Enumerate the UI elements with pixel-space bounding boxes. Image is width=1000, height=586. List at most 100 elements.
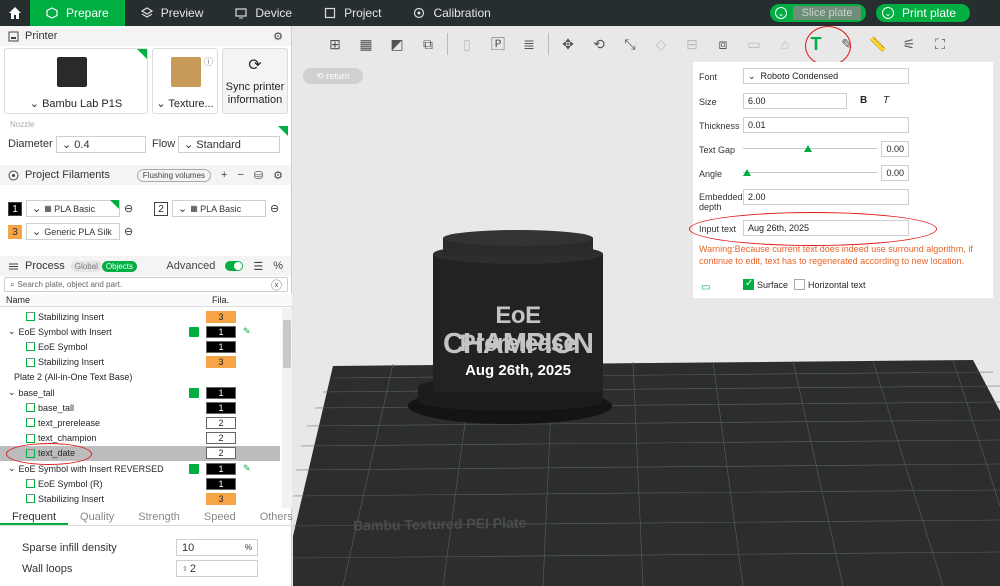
more-icon[interactable]: ⊖ (270, 202, 279, 215)
filament-select-1[interactable]: ⌄ ▦ PLA Basic (26, 200, 120, 217)
chevron-down-icon[interactable]: ⌄ (775, 7, 787, 19)
flow-select[interactable]: ⌄ Standard (178, 136, 280, 153)
filament-number[interactable]: 1 (206, 477, 236, 490)
add-plate-icon[interactable]: ▦ (354, 32, 378, 56)
plate-card[interactable]: ⓘ ⌄ Texture... (152, 48, 218, 114)
angle-slider-thumb[interactable] (743, 169, 751, 176)
tree-row[interactable]: Plate 2 (All-in-One Text Base) (0, 370, 280, 385)
rotate-icon[interactable]: ⟲ (587, 32, 611, 56)
flushing-volumes-button[interactable]: Flushing volumes (136, 168, 212, 182)
return-button[interactable]: ⟲ return (303, 68, 363, 84)
tab-project[interactable]: Project (308, 0, 397, 26)
move-icon[interactable]: ✥ (556, 32, 580, 56)
bold-button[interactable]: B (860, 95, 867, 106)
tree-row[interactable]: EoE Symbol 1 (0, 339, 280, 354)
tab-preview[interactable]: Preview (125, 0, 220, 26)
percent-icon[interactable]: % (273, 260, 283, 272)
filament-number[interactable]: 3 (206, 310, 236, 323)
auto-orient-icon[interactable]: ◩ (385, 32, 409, 56)
slice-plate-button[interactable]: ⌄ Slice plate (770, 4, 866, 22)
angle-input[interactable]: 0.00 (881, 165, 909, 181)
split-parts-icon[interactable]: 🄿 (486, 32, 510, 56)
scale-icon[interactable]: ⤡ (618, 32, 642, 56)
process-objects-toggle[interactable]: Objects (101, 260, 137, 272)
visibility-checkbox[interactable] (189, 387, 199, 398)
object-search-input[interactable]: ⌕ Search plate, object and part. ⓧ (4, 277, 288, 292)
tab-quality[interactable]: Quality (68, 508, 126, 525)
add-icon[interactable]: + (221, 169, 227, 181)
minus-icon[interactable]: − (237, 169, 243, 181)
measure-icon[interactable]: 📏 (866, 32, 890, 56)
more-icon[interactable]: ⊖ (124, 202, 133, 215)
split-objects-icon[interactable]: ▯ (455, 32, 479, 56)
printer-name[interactable]: ⌄ Bambu Lab P1S (5, 97, 147, 110)
embedded-depth-input[interactable]: 2.00 (743, 189, 909, 205)
brim-ears-icon[interactable]: ⛶ (928, 32, 952, 56)
size-input[interactable]: 6.00 (743, 93, 847, 109)
filament-select-3[interactable]: ⌄ Generic PLA Silk (26, 223, 120, 240)
wall-loops-stepper[interactable]: ⇕ 2 (176, 560, 258, 577)
tree-row[interactable]: EoE Symbol (R) 1 (0, 476, 280, 491)
chevron-down-icon[interactable]: ⌄ (8, 463, 16, 474)
tree-scrollbar[interactable] (282, 308, 292, 508)
chevron-down-icon[interactable]: ⌄ (882, 7, 894, 19)
horizontal-text-checkbox[interactable] (794, 279, 805, 290)
filament-number[interactable]: 2 (206, 447, 236, 460)
assembly-icon[interactable]: ⚟ (897, 32, 921, 56)
stepper-icon[interactable]: ⇕ (182, 565, 190, 573)
filament-number[interactable]: 2 (206, 416, 236, 429)
info-icon[interactable]: ⓘ (204, 55, 213, 68)
filament-swatch-1[interactable]: 1 (8, 202, 22, 216)
filament-number[interactable]: 3 (206, 356, 236, 369)
paint-icon[interactable]: ✎ (243, 463, 251, 474)
gear-icon[interactable]: ⚙ (273, 30, 283, 43)
tab-strength[interactable]: Strength (126, 508, 192, 525)
tab-device[interactable]: Device (219, 0, 308, 26)
tab-calibration[interactable]: Calibration (397, 0, 506, 26)
tree-row[interactable]: base_tall 1 (0, 400, 280, 415)
seam-paint-icon[interactable]: ⌂ (773, 32, 797, 56)
font-select[interactable]: ⌄ Roboto Condensed (743, 68, 909, 84)
scrollbar-thumb[interactable] (283, 320, 291, 368)
filament-number[interactable]: 1 (206, 386, 236, 399)
tab-prepare[interactable]: Prepare (30, 0, 125, 26)
variable-layer-icon[interactable]: ≣ (517, 32, 541, 56)
sync-ams-icon[interactable]: ⛁ (254, 169, 263, 182)
italic-button[interactable]: T (883, 95, 889, 106)
home-button[interactable] (0, 0, 30, 26)
advanced-toggle[interactable] (225, 261, 244, 271)
printer-card[interactable]: ⌄ Bambu Lab P1S (4, 48, 148, 114)
filament-select-2[interactable]: ⌄ ▦ PLA Basic (172, 200, 266, 217)
chevron-down-icon[interactable]: ⌄ (8, 326, 16, 337)
tree-row[interactable]: text_prerelease 2 (0, 415, 280, 430)
boolean-icon[interactable]: ⧈ (711, 32, 735, 56)
filament-number[interactable]: 3 (206, 492, 236, 505)
diameter-select[interactable]: ⌄ 0.4 (56, 136, 146, 153)
plate-name[interactable]: ⌄ Texture... (153, 97, 217, 110)
paint-icon[interactable]: ✎ (243, 326, 251, 337)
sparse-infill-input[interactable]: 10% (176, 539, 258, 556)
arrange-icon[interactable]: ⧉ (416, 32, 440, 56)
tab-frequent[interactable]: Frequent (0, 508, 69, 525)
filament-swatch-2[interactable]: 2 (154, 202, 168, 216)
visibility-checkbox[interactable] (189, 326, 199, 337)
tree-row[interactable]: Stabilizing Insert 3 (0, 309, 280, 324)
tab-speed[interactable]: Speed (192, 508, 248, 525)
filament-number[interactable]: 1 (206, 325, 236, 338)
tree-row[interactable]: Stabilizing Insert 3 (0, 355, 280, 370)
surface-checkbox[interactable]: ✓ (743, 278, 754, 290)
sync-printer-button[interactable]: ⟳ Sync printer information (222, 48, 288, 114)
process-global-toggle[interactable]: Global (70, 260, 102, 272)
support-paint-icon[interactable]: ▭ (742, 32, 766, 56)
angle-slider[interactable] (743, 172, 877, 173)
chevron-down-icon[interactable]: ⌄ (8, 387, 16, 398)
thickness-input[interactable]: 0.01 (743, 117, 909, 133)
more-icon[interactable]: ⊖ (124, 225, 133, 238)
filament-number[interactable]: 1 (206, 401, 236, 414)
tree-row[interactable]: Stabilizing Insert 3 (0, 491, 280, 506)
filament-swatch-3[interactable]: 3 (8, 225, 22, 239)
text-gap-input[interactable]: 0.00 (881, 141, 909, 157)
gear-icon[interactable]: ⚙ (273, 169, 283, 182)
text-gap-slider-thumb[interactable] (804, 145, 812, 152)
3d-viewport[interactable]: EoE Prerelease CHAMPION Aug 26th, 2025 B… (293, 26, 1000, 586)
